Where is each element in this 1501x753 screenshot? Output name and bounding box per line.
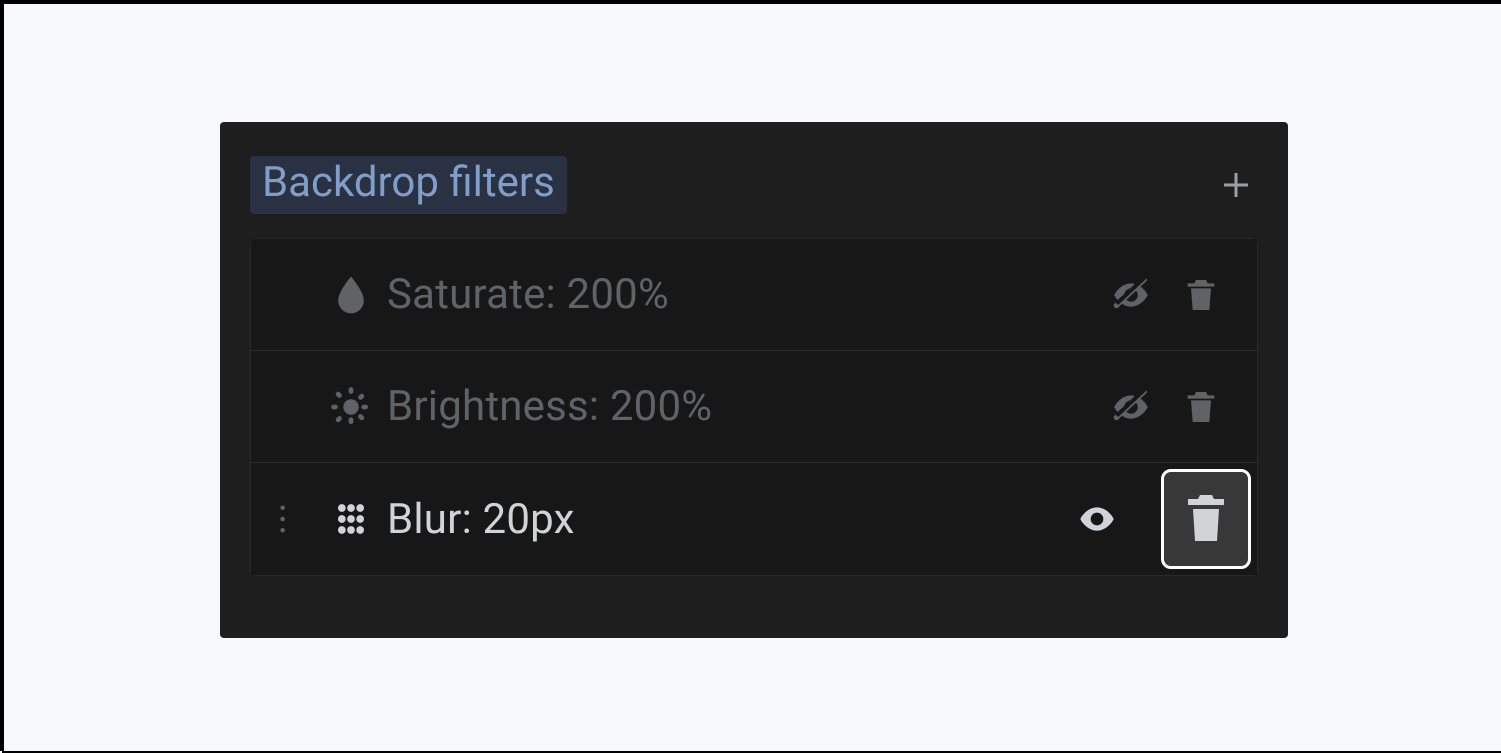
saturate-icon bbox=[315, 273, 387, 317]
filter-row-saturate[interactable]: Saturate: 200% bbox=[251, 239, 1257, 351]
toggle-visibility-button[interactable] bbox=[1103, 267, 1159, 323]
trash-icon bbox=[1182, 489, 1230, 549]
plus-icon bbox=[1218, 167, 1254, 203]
eye-off-icon bbox=[1111, 275, 1151, 315]
drag-handle[interactable] bbox=[279, 504, 315, 534]
eye-icon bbox=[1077, 499, 1117, 539]
delete-filter-button[interactable] bbox=[1173, 379, 1229, 435]
backdrop-filters-panel: Backdrop filters Saturate: 200% bbox=[220, 122, 1288, 638]
trash-icon bbox=[1181, 275, 1221, 315]
delete-filter-button[interactable] bbox=[1161, 469, 1251, 569]
eye-off-icon bbox=[1111, 387, 1151, 427]
panel-header: Backdrop filters bbox=[250, 156, 1258, 214]
toggle-visibility-button[interactable] bbox=[1069, 491, 1125, 547]
filter-list: Saturate: 200% bbox=[250, 238, 1258, 576]
brightness-icon bbox=[315, 385, 387, 429]
add-filter-button[interactable] bbox=[1214, 163, 1258, 207]
trash-icon bbox=[1181, 387, 1221, 427]
filter-label: Brightness: 200% bbox=[387, 382, 1103, 431]
delete-filter-button[interactable] bbox=[1173, 267, 1229, 323]
grip-vertical-icon bbox=[279, 504, 293, 534]
blur-icon bbox=[315, 497, 387, 541]
filter-row-blur[interactable]: Blur: 20px bbox=[251, 463, 1257, 575]
panel-title: Backdrop filters bbox=[250, 156, 567, 214]
filter-row-brightness[interactable]: Brightness: 200% bbox=[251, 351, 1257, 463]
toggle-visibility-button[interactable] bbox=[1103, 379, 1159, 435]
filter-label: Blur: 20px bbox=[387, 495, 1069, 544]
filter-label: Saturate: 200% bbox=[387, 270, 1103, 319]
